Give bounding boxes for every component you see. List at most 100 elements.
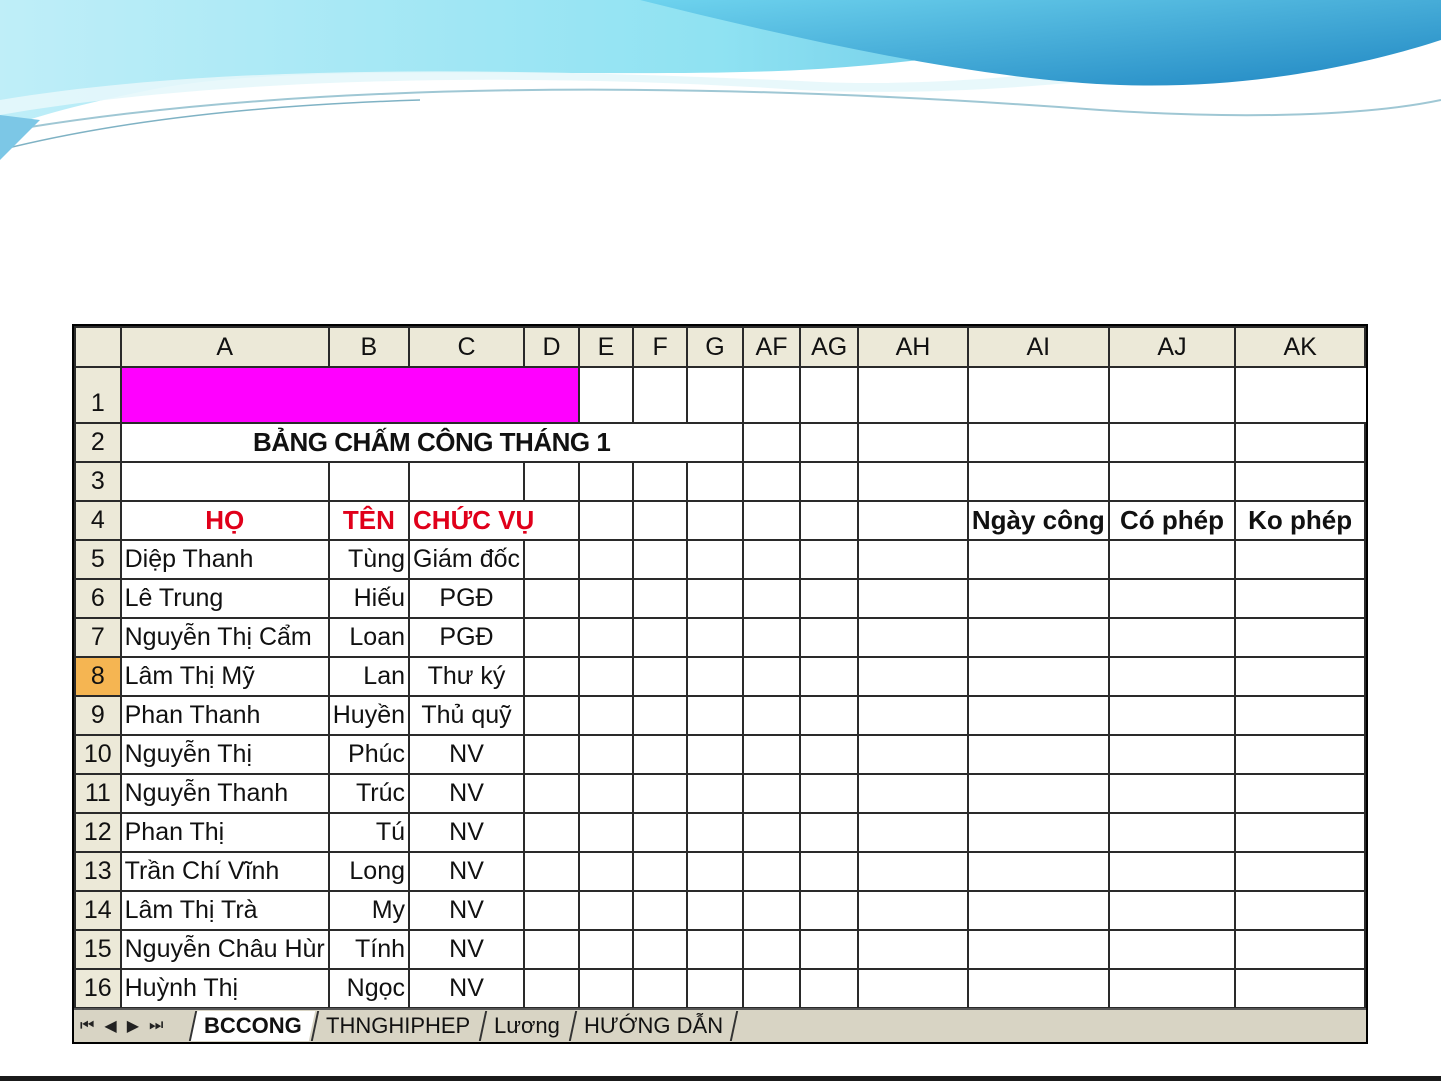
cell-ten[interactable]: Trúc xyxy=(327,773,411,814)
cell[interactable] xyxy=(741,851,802,892)
cell[interactable] xyxy=(631,366,689,424)
header-ngay-cong[interactable]: Ngày công xyxy=(966,500,1110,541)
row-header-3[interactable]: 3 xyxy=(74,461,122,502)
cell[interactable] xyxy=(857,617,969,658)
cell[interactable] xyxy=(799,366,860,424)
cell[interactable] xyxy=(741,422,802,463)
cell[interactable] xyxy=(631,695,689,736)
cell[interactable] xyxy=(578,890,634,931)
column-header-c[interactable]: C xyxy=(408,326,525,368)
cell[interactable] xyxy=(686,812,744,853)
cell-chuc-vu[interactable]: PGĐ xyxy=(408,617,525,658)
row-header-2[interactable]: 2 xyxy=(74,422,122,463)
tab-bccong[interactable]: BCCONG xyxy=(188,1011,315,1041)
cell[interactable] xyxy=(631,617,689,658)
cell[interactable] xyxy=(523,539,580,580)
cell[interactable] xyxy=(119,461,330,502)
cell[interactable] xyxy=(523,734,580,775)
cell[interactable] xyxy=(857,929,969,970)
cell-chuc-vu[interactable]: NV xyxy=(408,890,525,931)
cell[interactable] xyxy=(966,929,1110,970)
cell[interactable] xyxy=(1234,461,1366,502)
cell[interactable] xyxy=(686,890,744,931)
cell[interactable] xyxy=(631,461,689,502)
cell-ten[interactable]: Long xyxy=(327,851,411,892)
cell[interactable] xyxy=(857,695,969,736)
cell[interactable] xyxy=(1234,968,1366,1009)
cell-ten[interactable]: Ngọc xyxy=(327,968,411,1009)
cell[interactable] xyxy=(1107,968,1237,1009)
cell[interactable] xyxy=(741,617,802,658)
cell[interactable] xyxy=(631,656,689,697)
cell-ho[interactable]: Phan Thanh xyxy=(119,695,330,736)
cell[interactable] xyxy=(686,539,744,580)
cell[interactable] xyxy=(966,695,1110,736)
cell[interactable] xyxy=(631,578,689,619)
cell[interactable] xyxy=(966,968,1110,1009)
column-header-f[interactable]: F xyxy=(631,326,689,368)
cell[interactable] xyxy=(966,812,1110,853)
header-ten[interactable]: TÊN xyxy=(327,500,411,541)
header-chuc-vu[interactable]: CHỨC VỤ xyxy=(408,500,580,541)
cell-ho[interactable]: Nguyễn Thị xyxy=(119,734,330,775)
cell[interactable] xyxy=(857,773,969,814)
cell[interactable] xyxy=(686,617,744,658)
cell[interactable] xyxy=(741,734,802,775)
column-header-ah[interactable]: AH xyxy=(857,326,969,368)
cell[interactable] xyxy=(857,734,969,775)
cell[interactable] xyxy=(1234,656,1366,697)
cell[interactable] xyxy=(799,773,860,814)
cell[interactable] xyxy=(686,773,744,814)
cell[interactable] xyxy=(578,929,634,970)
cell[interactable] xyxy=(1107,539,1237,580)
cell[interactable] xyxy=(578,773,634,814)
cell-ho[interactable]: Huỳnh Thị xyxy=(119,968,330,1009)
cell[interactable] xyxy=(686,500,744,541)
cell-ho[interactable]: Lê Trung xyxy=(119,578,330,619)
cell[interactable] xyxy=(578,734,634,775)
cell[interactable] xyxy=(1234,773,1366,814)
header-ko-phep[interactable]: Ko phép xyxy=(1234,500,1366,541)
cell[interactable] xyxy=(523,773,580,814)
column-header-e[interactable]: E xyxy=(578,326,634,368)
cell[interactable] xyxy=(523,461,580,502)
cell[interactable] xyxy=(966,656,1110,697)
cell[interactable] xyxy=(799,422,860,463)
cell-chuc-vu[interactable]: NV xyxy=(408,773,525,814)
cell[interactable] xyxy=(408,461,525,502)
cell[interactable] xyxy=(1107,461,1237,502)
cell[interactable] xyxy=(857,656,969,697)
row-header[interactable]: 7 xyxy=(74,617,122,658)
cell[interactable] xyxy=(631,890,689,931)
cell-ho[interactable]: Nguyễn Thị Cẩm xyxy=(119,617,330,658)
tab-luong[interactable]: Lương xyxy=(478,1011,574,1041)
cell[interactable] xyxy=(799,656,860,697)
cell[interactable] xyxy=(578,695,634,736)
row-header[interactable]: 15 xyxy=(74,929,122,970)
cell[interactable] xyxy=(1234,812,1366,853)
cell[interactable] xyxy=(741,812,802,853)
cell[interactable] xyxy=(1107,366,1237,424)
cell[interactable] xyxy=(857,968,969,1009)
cell[interactable] xyxy=(1234,695,1366,736)
cell[interactable] xyxy=(857,366,969,424)
tab-huong-dan[interactable]: HƯỚNG DẪN xyxy=(568,1011,739,1041)
cell[interactable] xyxy=(686,695,744,736)
cell[interactable] xyxy=(631,851,689,892)
cell[interactable] xyxy=(686,968,744,1009)
cell[interactable] xyxy=(1107,851,1237,892)
row-header[interactable]: 9 xyxy=(74,695,122,736)
cell[interactable] xyxy=(631,773,689,814)
cell[interactable] xyxy=(1107,578,1237,619)
cell[interactable] xyxy=(857,500,969,541)
cell[interactable] xyxy=(1107,773,1237,814)
cell[interactable] xyxy=(578,812,634,853)
cell[interactable] xyxy=(1107,812,1237,853)
cell[interactable] xyxy=(1234,929,1366,970)
cell[interactable] xyxy=(799,929,860,970)
cell-ho[interactable]: Nguyễn Châu Hùr xyxy=(119,929,330,970)
cell[interactable] xyxy=(799,968,860,1009)
select-all-corner[interactable] xyxy=(74,326,122,368)
cell[interactable] xyxy=(1107,890,1237,931)
row-header[interactable]: 13 xyxy=(74,851,122,892)
